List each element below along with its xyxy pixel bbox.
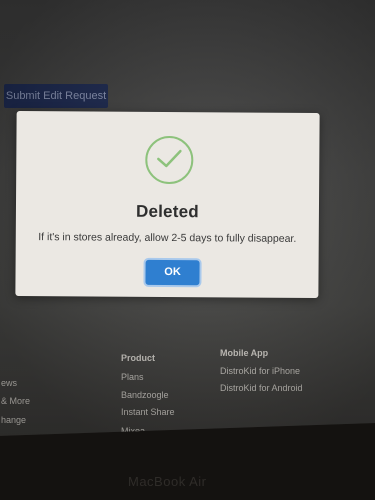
photo-frame: Submit Edit Request Deleted If it's in s… — [0, 0, 375, 500]
footer-heading-mobile-app: Mobile App — [220, 348, 269, 358]
footer-link-distrokid-iphone[interactable]: DistroKid for iPhone — [220, 366, 300, 376]
dialog-title: Deleted — [135, 201, 199, 222]
macbook-air-label: MacBook Air — [128, 474, 207, 489]
ok-button[interactable]: OK — [145, 259, 200, 286]
footer-link[interactable]: & More — [1, 396, 30, 406]
checkmark-circle-icon — [145, 135, 194, 185]
footer-link-instant-share[interactable]: Instant Share — [121, 407, 175, 417]
footer-link-distrokid-android[interactable]: DistroKid for Android — [220, 383, 303, 393]
footer-link-plans[interactable]: Plans — [121, 372, 144, 382]
submit-edit-request-button[interactable]: Submit Edit Request — [4, 84, 108, 108]
footer-link-bandzoogle[interactable]: Bandzoogle — [121, 390, 169, 400]
checkmark-icon — [157, 149, 182, 168]
laptop-screen: Submit Edit Request Deleted If it's in s… — [0, 0, 375, 436]
footer-link[interactable]: hange — [1, 415, 26, 425]
footer-link[interactable]: ews — [1, 378, 17, 388]
footer-heading-product: Product — [121, 353, 156, 363]
footer-link-mixea[interactable]: Mixea — [121, 426, 145, 436]
dialog-message: If it's in stores already, allow 2-5 day… — [38, 231, 297, 245]
deleted-dialog: Deleted If it's in stores already, allow… — [15, 110, 320, 299]
